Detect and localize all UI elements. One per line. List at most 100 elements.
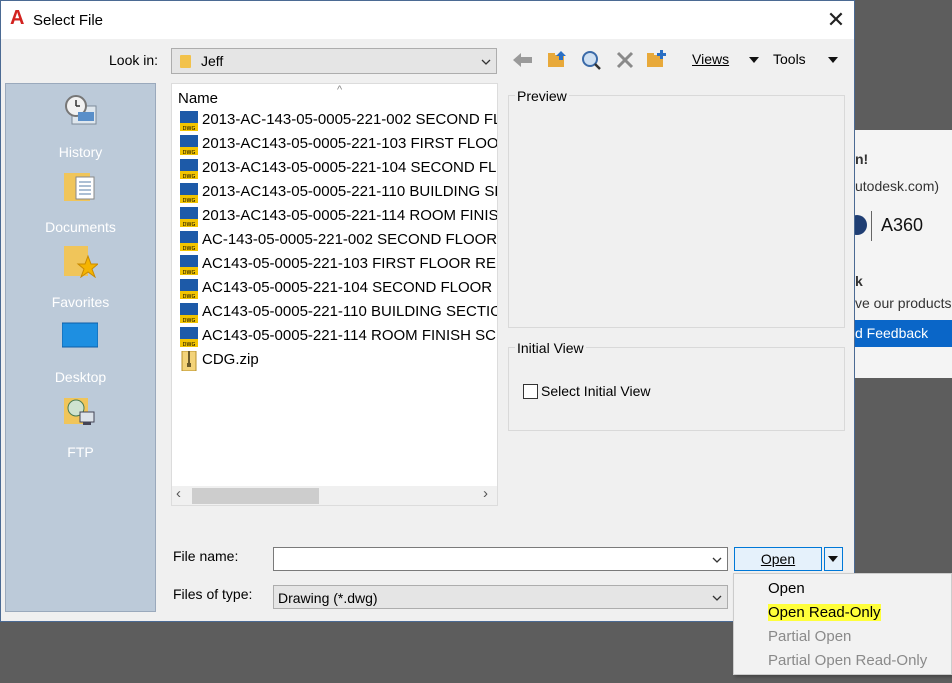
desktop-icon [62,322,98,348]
place-label: History [58,144,103,160]
documents-folder-icon [64,173,95,201]
chevron-down-icon [712,595,722,601]
dwg-file-icon: DWG [180,279,198,299]
preview-panel [508,95,845,328]
svg-text:DWG: DWG [183,126,196,131]
zip-file-icon [181,351,197,371]
place-ftp[interactable]: FTP [6,386,155,461]
svg-text:DWG: DWG [183,198,196,203]
a360-logo: A360 [847,207,952,245]
title-bar: A Select File ✕ [1,1,854,39]
file-row[interactable]: DWG 2013-AC143-05-0005-221-114 ROOM FINI… [180,204,497,228]
select-file-dialog: A Select File ✕ Look in: Jeff Views Tool… [0,0,855,622]
svg-text:DWG: DWG [183,246,196,251]
dwg-file-icon: DWG [180,135,198,155]
views-dropdown-arrow-icon[interactable] [749,57,759,63]
file-row[interactable]: DWG 2013-AC143-05-0005-221-104 SECOND FL… [180,156,497,180]
preview-label: Preview [515,88,569,104]
look-in-label: Look in: [109,52,159,68]
place-desktop[interactable]: Desktop [6,311,155,386]
place-label: Documents [45,219,116,235]
menu-item-partial-open[interactable]: Partial Open [768,628,851,645]
file-list[interactable]: ^ Name DWG 2013-AC-143-05-0005-221-002 S… [171,83,498,506]
menu-item-open[interactable]: Open [768,580,805,597]
new-folder-icon[interactable] [646,49,668,71]
dropdown-arrow-icon [828,556,838,562]
initial-view-label: Initial View [515,340,586,356]
dwg-file-icon: DWG [180,207,198,227]
svg-text:DWG: DWG [183,318,196,323]
files-of-type-value: Drawing (*.dwg) [278,590,378,606]
background-text: ve our products [855,295,952,311]
search-web-icon[interactable] [580,49,602,71]
open-dropdown-button[interactable] [824,547,843,571]
svg-text:DWG: DWG [183,270,196,275]
places-bar: History Documents Favorites Desktop FTP [5,83,156,612]
file-name-label: File name: [173,548,239,564]
feedback-button[interactable]: d Feedback [855,320,952,347]
place-documents[interactable]: Documents [6,161,155,236]
place-favorites[interactable]: Favorites [6,236,155,311]
file-row[interactable]: DWG AC143-05-0005-221-104 SECOND FLOOR R… [180,276,497,300]
dwg-file-icon: DWG [180,303,198,323]
look-in-value: Jeff [201,53,224,69]
svg-text:DWG: DWG [183,342,196,347]
select-initial-view-label: Select Initial View [541,383,651,399]
place-history[interactable]: History [6,86,155,161]
horizontal-scrollbar[interactable]: ‹ › [172,485,497,505]
tools-menu[interactable]: Tools [773,51,806,67]
dwg-file-icon: DWG [180,255,198,275]
file-row[interactable]: DWG AC-143-05-0005-221-002 SECOND FLOOR … [180,228,497,252]
svg-text:DWG: DWG [183,174,196,179]
file-row[interactable]: DWG AC143-05-0005-221-110 BUILDING SECTI… [180,300,497,324]
chevron-down-icon [481,59,491,65]
file-row[interactable]: DWG 2013-AC143-05-0005-221-110 BUILDING … [180,180,497,204]
dwg-file-icon: DWG [180,111,198,131]
scroll-right-icon[interactable]: › [483,485,488,502]
file-row[interactable]: CDG.zip [180,348,497,372]
background-text: n! [855,151,869,167]
favorites-star-icon [64,246,98,278]
menu-item-open-read-only[interactable]: Open Read-Only [768,604,881,621]
delete-icon[interactable] [614,49,636,71]
scrollbar-thumb[interactable] [192,488,319,504]
dwg-file-icon: DWG [180,327,198,347]
autocad-icon: A [10,7,25,29]
background-text: k [855,273,863,289]
menu-item-partial-open-read-only[interactable]: Partial Open Read-Only [768,652,927,669]
svg-text:DWG: DWG [183,150,196,155]
background-text: utodesk.com) [855,178,940,194]
look-in-dropdown[interactable]: Jeff [171,48,497,74]
dwg-file-icon: DWG [180,183,198,203]
open-button[interactable]: Open [734,547,822,571]
chevron-down-icon[interactable] [712,555,722,565]
file-row[interactable]: DWG 2013-AC-143-05-0005-221-002 SECOND F… [180,108,497,132]
select-initial-view-checkbox[interactable] [523,384,538,399]
svg-text:DWG: DWG [183,294,196,299]
file-row[interactable]: DWG AC143-05-0005-221-114 ROOM FINISH SC… [180,324,497,348]
file-name-input[interactable] [273,547,728,571]
scroll-left-icon[interactable]: ‹ [176,485,181,502]
files-of-type-dropdown[interactable]: Drawing (*.dwg) [273,585,728,609]
file-row[interactable]: DWG 2013-AC143-05-0005-221-103 FIRST FLO… [180,132,497,156]
dialog-title: Select File [33,12,104,29]
file-row[interactable]: DWG AC143-05-0005-221-103 FIRST FLOOR RE… [180,252,497,276]
a360-brand: A360 [881,215,924,235]
svg-text:DWG: DWG [183,222,196,227]
history-icon [65,95,97,125]
open-options-menu: Open Open Read-Only Partial Open Partial… [733,573,952,675]
folder-icon [180,55,191,68]
sort-ascending-icon: ^ [337,84,343,96]
dwg-file-icon: DWG [180,231,198,251]
up-folder-icon[interactable] [546,49,568,71]
dwg-file-icon: DWG [180,159,198,179]
views-menu[interactable]: Views [692,51,729,67]
files-of-type-label: Files of type: [173,586,253,602]
back-arrow-icon[interactable] [512,49,534,71]
place-label: Desktop [54,369,107,385]
close-button[interactable]: ✕ [821,5,851,35]
column-header-name[interactable]: Name [178,90,218,107]
ftp-icon [64,398,95,425]
place-label: FTP [67,444,94,460]
tools-dropdown-arrow-icon[interactable] [828,57,838,63]
